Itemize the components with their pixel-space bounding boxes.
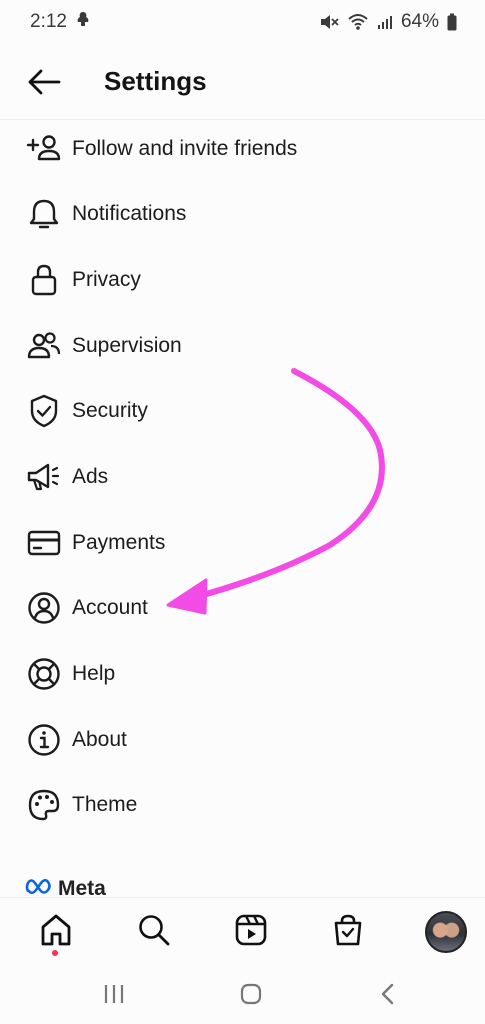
lock-icon <box>26 262 62 298</box>
menu-item-privacy[interactable]: Privacy <box>0 252 485 308</box>
shield-check-icon <box>26 393 62 429</box>
bell-icon <box>26 196 62 232</box>
menu-label: Follow and invite friends <box>72 137 298 160</box>
profile-avatar[interactable] <box>425 911 467 953</box>
home-system-button[interactable] <box>236 981 266 1011</box>
people-icon <box>26 328 62 364</box>
info-icon <box>26 722 62 758</box>
status-left: 2:12 <box>30 10 91 34</box>
status-time: 2:12 <box>30 11 67 32</box>
menu-label: Security <box>72 399 148 422</box>
menu-item-supervision[interactable]: Supervision <box>0 318 485 374</box>
home-rounded-square-icon <box>239 982 263 1011</box>
bottom-tab-bar <box>0 897 485 967</box>
shop-icon <box>331 913 365 952</box>
add-person-icon <box>26 131 62 167</box>
search-icon <box>137 913 171 952</box>
home-icon <box>39 913 73 952</box>
status-right: 64% <box>319 11 457 33</box>
menu-item-security[interactable]: Security <box>0 383 485 439</box>
signal-icon <box>377 14 393 30</box>
menu-item-about[interactable]: About <box>0 712 485 768</box>
back-button[interactable] <box>26 66 62 98</box>
back-arrow-icon <box>26 69 62 102</box>
recent-apps-button[interactable] <box>99 981 129 1011</box>
battery-icon <box>447 13 457 31</box>
menu-label: Privacy <box>72 268 141 291</box>
menu-label: Help <box>72 662 116 685</box>
wifi-icon <box>347 13 369 31</box>
mute-icon <box>319 13 339 31</box>
megaphone-icon <box>26 459 62 495</box>
notification-dot <box>52 950 58 956</box>
tab-reels[interactable] <box>231 912 271 952</box>
notification-app-icon <box>75 10 91 34</box>
settings-header: Settings <box>0 44 485 120</box>
menu-label: Supervision <box>72 334 182 357</box>
card-icon <box>26 525 62 561</box>
palette-icon <box>26 787 62 823</box>
recent-apps-icon <box>102 983 126 1010</box>
menu-label: About <box>72 728 127 751</box>
reels-icon <box>234 913 268 952</box>
menu-item-account[interactable]: Account <box>0 580 485 636</box>
menu-item-ads[interactable]: Ads <box>0 449 485 505</box>
battery-percent: 64% <box>400 11 439 32</box>
menu-item-theme[interactable]: Theme <box>0 777 485 833</box>
menu-item-help[interactable]: Help <box>0 646 485 702</box>
menu-label: Theme <box>72 793 138 816</box>
menu-label: Ads <box>72 465 109 488</box>
chevron-left-icon <box>378 982 398 1011</box>
tab-shop[interactable] <box>328 912 368 952</box>
menu-label: Account <box>72 596 148 619</box>
back-system-button[interactable] <box>373 981 403 1011</box>
menu-item-notifications[interactable]: Notifications <box>0 186 485 242</box>
page-title: Settings <box>104 66 207 96</box>
tab-home[interactable] <box>36 912 76 952</box>
menu-item-follow-invite[interactable]: Follow and invite friends <box>0 121 485 177</box>
lifebuoy-icon <box>26 656 62 692</box>
menu-label: Payments <box>72 531 166 554</box>
menu-label: Notifications <box>72 202 187 225</box>
status-bar: 2:12 64% <box>0 0 485 44</box>
account-circle-icon <box>26 590 62 626</box>
tab-search[interactable] <box>134 912 174 952</box>
system-nav-bar <box>0 967 485 1024</box>
menu-item-payments[interactable]: Payments <box>0 515 485 571</box>
